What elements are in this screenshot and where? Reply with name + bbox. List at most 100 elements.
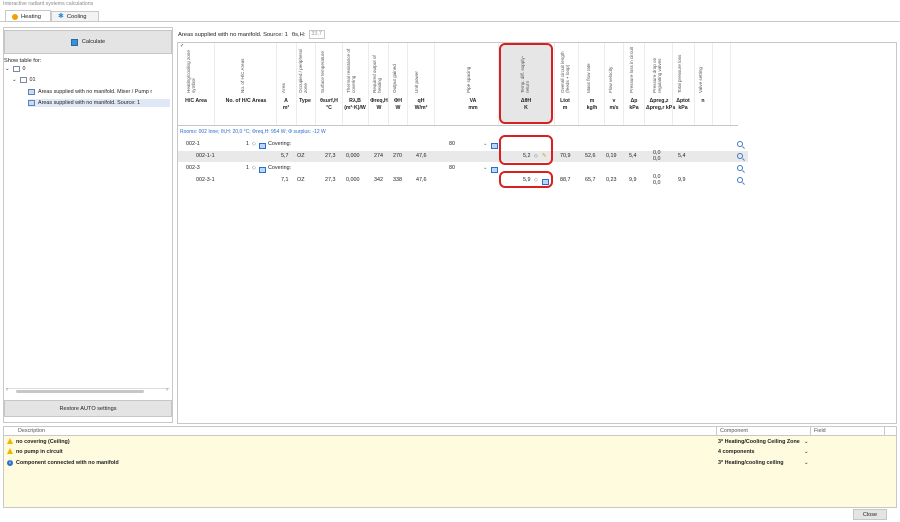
message-header: Description Component Field: [4, 427, 896, 436]
tab-cooling-label: Cooling: [66, 14, 87, 20]
header-sym: Ltot: [560, 98, 570, 104]
floor-icon: [19, 77, 27, 83]
tree-item-label: Areas supplied with no manifold. Mixer /…: [38, 89, 153, 95]
building-icon: [12, 66, 20, 72]
supply-temp-input[interactable]: 33,7: [309, 30, 326, 39]
supply-temp-label: θs,H:: [291, 31, 306, 38]
cell-count[interactable]: 1: [246, 139, 249, 150]
cell-area: 5,7: [281, 153, 289, 159]
scroll-right-icon[interactable]: ›: [166, 387, 168, 393]
calculation-table: ✓ Heating/cooling zone symbol No. of H/C…: [177, 42, 897, 424]
component-header: Component: [720, 428, 748, 434]
header-no-areas: No. of H/C Areas: [240, 58, 245, 93]
header-divider: [178, 125, 738, 126]
cell-total-pressure: 5,4: [678, 153, 686, 159]
tab-cooling[interactable]: ✱ Cooling: [51, 11, 99, 21]
cell-unit-power: 47,6: [416, 177, 427, 183]
header-sym: A: [284, 98, 288, 104]
header-required-output: Required output of heating: [372, 55, 382, 93]
cell-count[interactable]: 1: [246, 163, 249, 174]
table-row[interactable]: 002-1-1 5,7 OZ 27,3 0,000 274 270 47,6 5…: [178, 150, 748, 162]
scroll-left-icon[interactable]: ‹: [6, 387, 8, 393]
close-button[interactable]: Close: [853, 509, 887, 520]
search-icon[interactable]: [737, 141, 743, 147]
header-sym: ΦH: [393, 98, 402, 104]
column-divider: [884, 427, 885, 436]
tree-item-0[interactable]: ⌄ 0: [5, 65, 165, 73]
tab-heating[interactable]: Heating: [5, 10, 51, 21]
cell-output-gained: 270: [393, 153, 402, 159]
tree-item-label: 01: [29, 77, 36, 83]
component-select[interactable]: 3* Heating/cooling ceiling: [718, 458, 784, 469]
restore-auto-label: Restore AUTO settings: [59, 405, 117, 412]
cell-required-output: 274: [374, 153, 383, 159]
tab-heating-label: Heating: [21, 13, 41, 20]
header-unit: (m²·K)/W: [344, 104, 366, 111]
highlight-box: [499, 171, 553, 188]
cell-flow-velocity: 0,19: [606, 153, 617, 159]
select-all-checkbox[interactable]: ✓: [180, 43, 184, 49]
chevron-down-icon[interactable]: ⌄: [483, 139, 488, 150]
header-sym: m: [589, 98, 595, 104]
tree-item-source-1[interactable]: Areas supplied with no manifold. Source:…: [28, 99, 170, 107]
scrollbar-thumb[interactable]: [16, 390, 144, 393]
chevron-down-icon[interactable]: ⌄: [804, 458, 809, 469]
app-title: Interactive radiant systems calculations: [3, 1, 94, 7]
chevron-down-icon[interactable]: ⌄: [804, 447, 809, 458]
warning-icon: [7, 438, 13, 444]
cell-mass-flow: 65,7: [585, 177, 596, 183]
table-row[interactable]: 002-3-1 7,1 OZ 27,3 0,000 342 338 47,6 5…: [178, 174, 748, 186]
message-row[interactable]: i Component connected with no manifold 3*…: [4, 458, 896, 469]
chevron-down-icon[interactable]: ⌄: [483, 163, 488, 174]
search-icon[interactable]: [737, 177, 743, 183]
header-thermal-resistance: Thermal resistance of covering: [346, 48, 356, 93]
tree-item-01[interactable]: ⌄ 01: [12, 76, 172, 84]
show-table-label: Show table for:: [4, 58, 42, 64]
header-sym: ΔθH: [520, 98, 532, 104]
header-sym: θsurf,H: [320, 98, 338, 104]
cell-thermal-resistance: 0,000: [346, 153, 360, 159]
search-icon[interactable]: [737, 153, 743, 159]
chevron-down-icon: ⌄: [12, 77, 17, 83]
close-label: Close: [862, 511, 878, 518]
room-summary: Rooms: 002 Inne; θi,H: 20,0 °C; Φreq,H: …: [180, 129, 326, 135]
table-row[interactable]: 002-3 1 ◇ Covering: 80 ⌄: [178, 163, 748, 174]
cell-unit-power: 47,6: [416, 153, 427, 159]
cell-zone: 002-3: [186, 165, 200, 171]
cell-spacing[interactable]: 80: [449, 139, 455, 150]
cell-zone: 002-3-1: [196, 177, 215, 183]
calculate-button[interactable]: Calculate: [4, 30, 172, 54]
table-icon: [28, 89, 35, 95]
cell-required-output: 342: [374, 177, 383, 183]
header-sym: Φreq,H: [370, 98, 388, 104]
message-text: no covering (Ceiling): [16, 439, 70, 445]
restore-auto-button[interactable]: Restore AUTO settings: [4, 400, 172, 417]
cell-zone: 002-1-1: [196, 153, 215, 159]
header-unit: kPa: [678, 104, 688, 111]
chevron-down-icon: ⌄: [5, 66, 10, 72]
header-unit: kg/h: [586, 104, 598, 111]
header-type: Occupied / peripheral zone: [298, 49, 308, 93]
search-icon[interactable]: [737, 165, 743, 171]
header-circuit-length: Overall circuit length (feeds + loop): [560, 51, 570, 93]
header-sym: Δp: [630, 98, 638, 104]
cell-zone: 002-1: [186, 141, 200, 147]
tree-item-mixer-pump[interactable]: Areas supplied with no manifold. Mixer /…: [28, 88, 170, 96]
stepper-icon[interactable]: ◇: [252, 139, 256, 150]
component-select[interactable]: 4 components: [718, 447, 755, 458]
cell-type: OZ: [297, 177, 305, 183]
highlight-box: [499, 135, 553, 165]
message-row[interactable]: no pump in circuit 4 components ⌄: [4, 447, 896, 458]
table-row[interactable]: 002-1 1 ◇ Covering: 80 ⌄: [178, 139, 748, 150]
cell-spacing[interactable]: 80: [449, 163, 455, 174]
header-sym: n: [701, 98, 705, 104]
header-area: Area: [281, 83, 286, 93]
description-header: Description: [18, 428, 45, 434]
header-sym: VA: [469, 98, 477, 104]
info-icon: i: [7, 460, 13, 466]
header-unit: m: [562, 104, 568, 111]
header-unit: mm: [468, 104, 478, 111]
header-mass-flow: Mass flow rate: [586, 63, 591, 93]
stepper-icon[interactable]: ◇: [252, 163, 256, 174]
message-panel: Description Component Field no covering …: [3, 426, 897, 508]
